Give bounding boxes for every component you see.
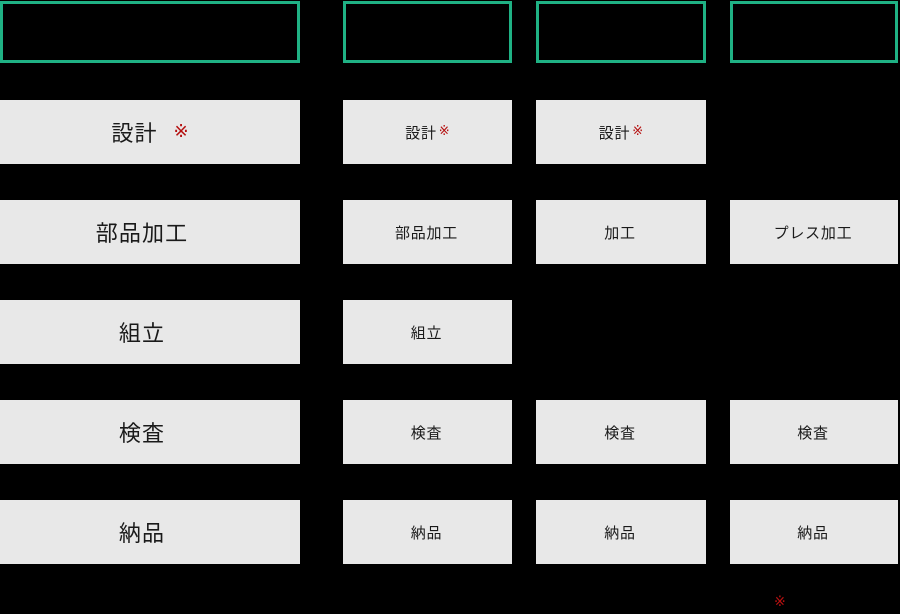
process-cell-label: 加工 — [604, 224, 636, 242]
process-cell-label: 部品加工 — [394, 224, 458, 242]
process-cell-label: 組立 — [118, 321, 166, 346]
process-cell-label: 設計 — [598, 124, 631, 142]
process-cell-r1c1[interactable]: 設計 ※ — [0, 100, 300, 164]
process-cell-label: 検査 — [410, 424, 443, 442]
process-cell-r3c3 — [536, 300, 706, 364]
footnote-asterisk-icon: ※ — [774, 593, 786, 609]
asterisk-mark-icon: ※ — [632, 123, 644, 138]
process-cell-label: 納品 — [797, 524, 829, 542]
process-cell-r4c3[interactable]: 検査 — [536, 400, 706, 464]
process-cell-r2c1[interactable]: 部品加工 — [0, 200, 300, 264]
column-header-3[interactable] — [536, 1, 706, 63]
process-cell-label: 設計 — [405, 124, 437, 142]
process-cell-r1c2[interactable]: 設計 ※ — [343, 100, 512, 164]
asterisk-mark-icon: ※ — [173, 120, 189, 141]
process-cell-r2c4[interactable]: プレス加工 — [730, 200, 898, 264]
process-cell-r4c1[interactable]: 検査 — [0, 400, 300, 464]
process-cell-r3c1[interactable]: 組立 — [0, 300, 300, 364]
column-header-2-label — [346, 4, 509, 60]
process-cell-label: 検査 — [797, 424, 829, 442]
column-header-1-label — [3, 4, 297, 60]
process-cell-label: プレス加工 — [773, 224, 853, 242]
process-cell-label: 検査 — [604, 424, 636, 442]
process-cell-label: 部品加工 — [95, 221, 189, 246]
process-cell-r3c4 — [730, 300, 898, 364]
process-flow-canvas: 設計 ※ 設計 ※ 設計 ※ 部品加工 部品加工 加工 プレス加工 組立 組立 — [0, 0, 900, 614]
process-cell-r5c2[interactable]: 納品 — [343, 500, 512, 564]
process-cell-label: 納品 — [118, 521, 166, 546]
process-cell-r4c2[interactable]: 検査 — [343, 400, 512, 464]
column-header-3-label — [539, 4, 703, 60]
column-header-4[interactable] — [730, 1, 898, 63]
process-cell-r1c3[interactable]: 設計 ※ — [536, 100, 706, 164]
process-cell-r3c2[interactable]: 組立 — [343, 300, 512, 364]
column-header-1[interactable] — [0, 1, 300, 63]
process-cell-r2c3[interactable]: 加工 — [536, 200, 706, 264]
asterisk-mark-icon: ※ — [438, 123, 450, 138]
process-cell-r5c4[interactable]: 納品 — [730, 500, 898, 564]
column-header-4-label — [733, 4, 895, 60]
column-header-2[interactable] — [343, 1, 512, 63]
process-cell-r1c4 — [730, 100, 898, 164]
process-cell-label: 納品 — [410, 524, 443, 542]
process-cell-label: 納品 — [604, 524, 636, 542]
process-cell-r2c2[interactable]: 部品加工 — [343, 200, 512, 264]
process-cell-r5c3[interactable]: 納品 — [536, 500, 706, 564]
process-cell-label: 検査 — [118, 421, 166, 446]
process-cell-label: 設計 — [111, 121, 158, 146]
process-cell-r5c1[interactable]: 納品 — [0, 500, 300, 564]
process-cell-r4c4[interactable]: 検査 — [730, 400, 898, 464]
process-cell-label: 組立 — [410, 324, 443, 342]
